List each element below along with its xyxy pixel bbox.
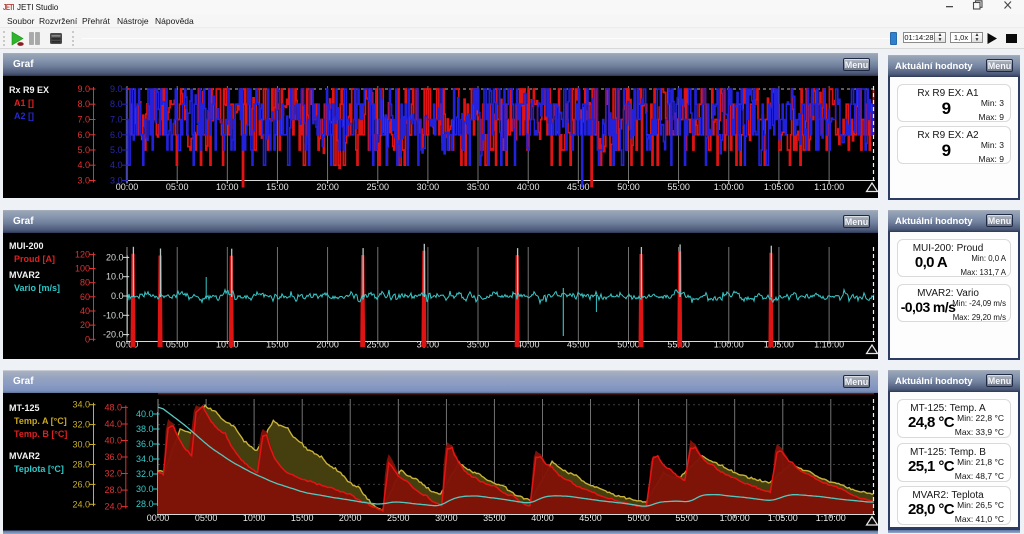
svg-text:-10.0: -10.0 (103, 310, 124, 320)
svg-text:4.0: 4.0 (110, 160, 123, 170)
svg-text:5.0: 5.0 (110, 145, 123, 155)
svg-text:6.0: 6.0 (110, 130, 123, 140)
svg-text:28.0: 28.0 (104, 485, 122, 495)
svg-text:32.0: 32.0 (104, 469, 122, 479)
svg-text:40.0: 40.0 (136, 409, 154, 419)
svg-text:30.0: 30.0 (72, 440, 90, 450)
svg-text:8.0: 8.0 (77, 99, 90, 109)
svg-text:32.0: 32.0 (72, 420, 90, 430)
svg-text:32.0: 32.0 (136, 469, 154, 479)
svg-text:38.0: 38.0 (136, 424, 154, 434)
svg-text:8.0: 8.0 (110, 99, 123, 109)
svg-text:20: 20 (80, 320, 90, 330)
svg-text:7.0: 7.0 (110, 115, 123, 125)
svg-text:28.0: 28.0 (136, 499, 154, 509)
svg-text:34.0: 34.0 (72, 400, 90, 410)
svg-text:0: 0 (85, 334, 90, 344)
svg-text:4.0: 4.0 (77, 160, 90, 170)
svg-text:10.0: 10.0 (106, 272, 124, 282)
svg-text:40: 40 (80, 306, 90, 316)
svg-text:3.0: 3.0 (110, 176, 123, 186)
svg-text:5.0: 5.0 (77, 145, 90, 155)
svg-text:36.0: 36.0 (104, 452, 122, 462)
svg-text:100: 100 (75, 264, 90, 274)
svg-text:34.0: 34.0 (136, 454, 154, 464)
svg-text:36.0: 36.0 (136, 439, 154, 449)
svg-text:40.0: 40.0 (104, 436, 122, 446)
svg-text:9.0: 9.0 (77, 84, 90, 94)
svg-text:7.0: 7.0 (77, 115, 90, 125)
svg-text:6.0: 6.0 (77, 130, 90, 140)
svg-text:48.0: 48.0 (104, 402, 122, 412)
svg-text:120: 120 (75, 249, 90, 259)
svg-text:28.0: 28.0 (72, 460, 90, 470)
svg-text:20.0: 20.0 (106, 252, 124, 262)
svg-text:3.0: 3.0 (77, 176, 90, 186)
svg-text:26.0: 26.0 (72, 479, 90, 489)
svg-text:0.0: 0.0 (111, 291, 124, 301)
svg-text:24.0: 24.0 (104, 502, 122, 512)
svg-text:-20.0: -20.0 (103, 330, 124, 340)
svg-text:30.0: 30.0 (136, 484, 154, 494)
svg-text:44.0: 44.0 (104, 419, 122, 429)
svg-text:9.0: 9.0 (110, 84, 123, 94)
svg-text:80: 80 (80, 278, 90, 288)
svg-text:60: 60 (80, 292, 90, 302)
svg-text:24.0: 24.0 (72, 499, 90, 509)
